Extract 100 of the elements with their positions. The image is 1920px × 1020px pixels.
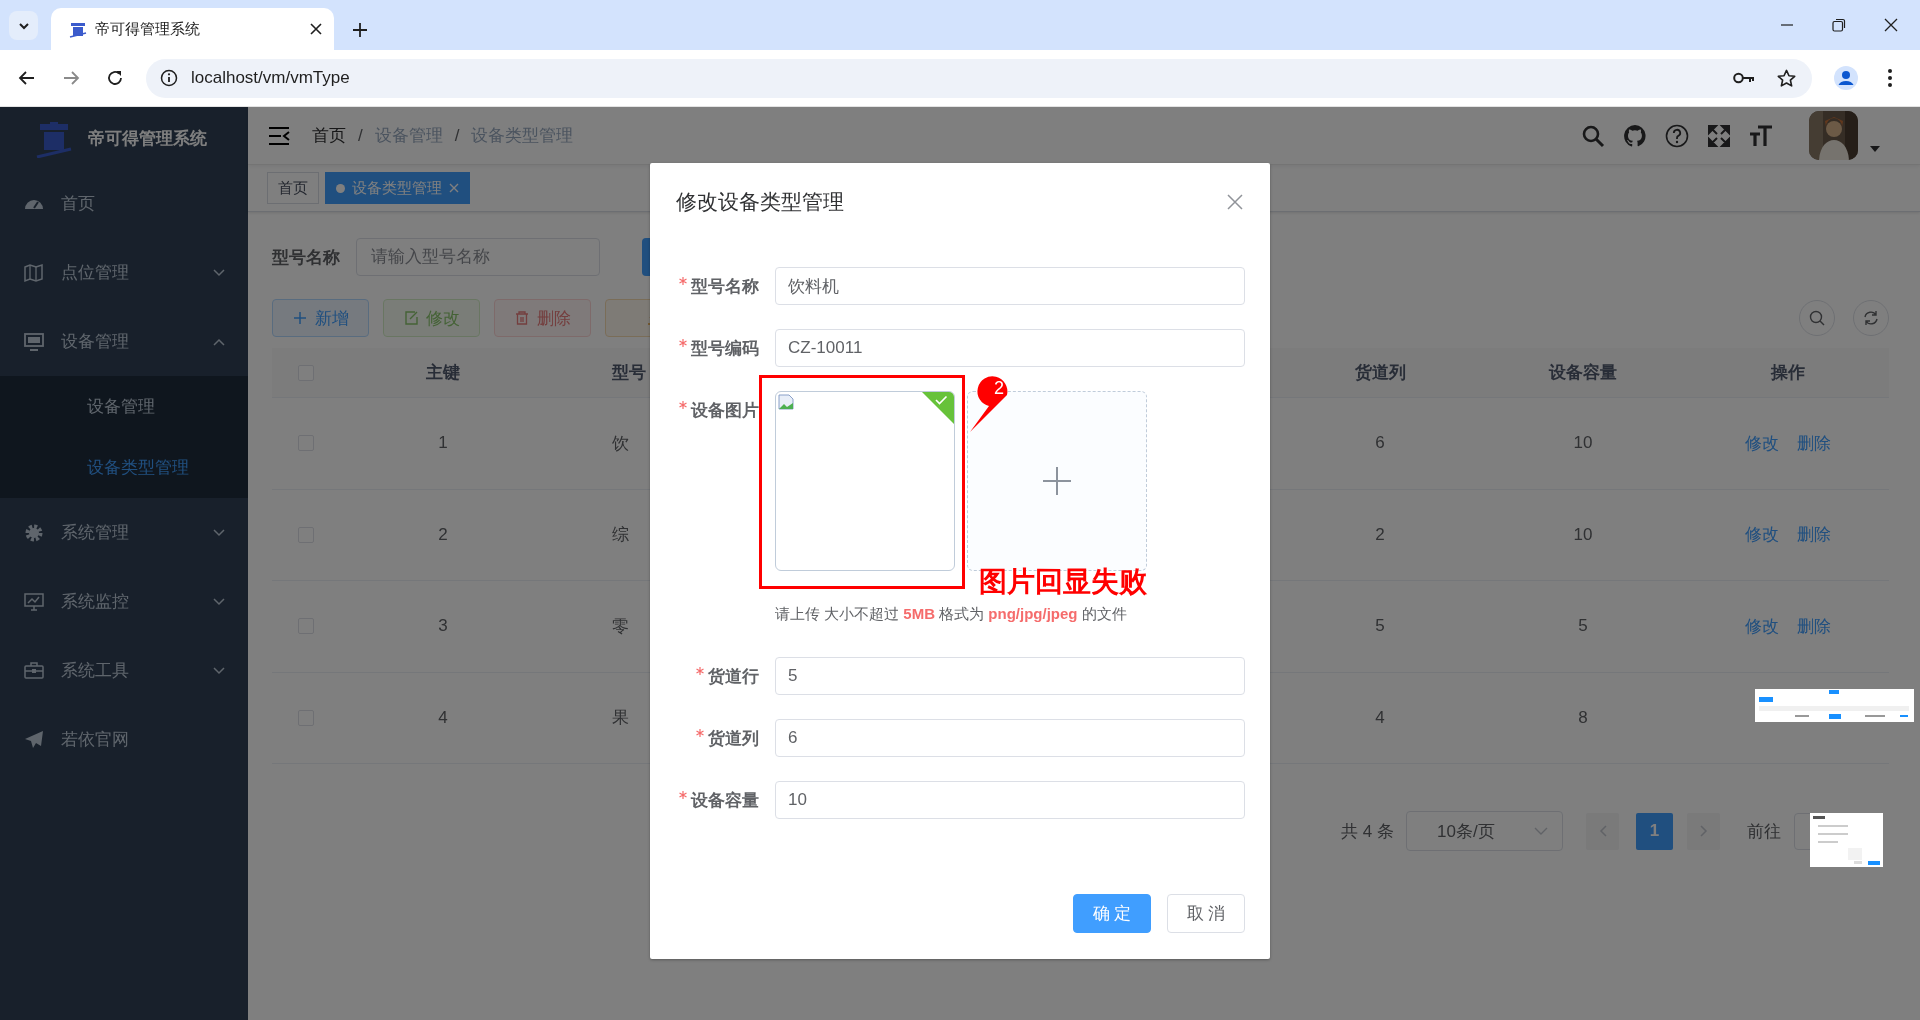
field-label: 货道列 [708,727,759,750]
chevron-left-icon [1598,825,1607,837]
search-icon [1809,310,1825,326]
toolbar-button[interactable]: 新增 [272,299,369,337]
dialog-title: 修改设备类型管理 [676,189,844,215]
submenu-item[interactable]: 设备类型管理 [0,437,248,498]
chevron-right-icon [1699,825,1708,837]
table-cell-text: 10 [1572,433,1594,454]
text-field[interactable]: 5 [775,657,1245,695]
menu-item[interactable]: 点位管理 [0,238,248,307]
star-icon[interactable] [1777,68,1796,88]
breadcrumb-separator: / [454,125,460,146]
refresh-icon [1863,310,1879,326]
back-arrow-icon[interactable] [18,69,36,87]
table-cell-text: 8 [1577,707,1589,728]
tab[interactable]: 设备类型管理 [325,172,470,204]
cancel-button[interactable]: 取 消 [1167,894,1245,933]
field-label: 型号名称 [272,246,341,269]
refresh-button[interactable] [1853,300,1889,336]
total-count: 共 4 条 [1341,820,1394,843]
tab-search-button[interactable] [9,11,38,40]
annotation-text: 图片回显失败 [979,565,1147,599]
table-cell-text: 饮 [612,432,629,455]
browser-tab[interactable]: 帝可得管理系统 [51,8,334,50]
menu-item[interactable]: 若依官网 [0,705,248,774]
map-icon [24,262,44,283]
table-cell-text: 2 [1374,524,1386,545]
menu-icon[interactable] [268,125,290,146]
menu-item[interactable]: 系统监控 [0,567,248,636]
search-icon[interactable] [1581,123,1605,148]
goto-label: 前往 [1747,820,1781,843]
table-cell-text: 5 [1577,616,1589,637]
menu-item[interactable]: 设备管理 [0,307,248,376]
search-toggle-button[interactable] [1799,300,1835,336]
column-header: 型号 [612,362,646,384]
text-field[interactable]: 10 [775,781,1245,819]
chevron-down-icon [1534,827,1548,835]
info-icon[interactable] [160,69,178,87]
table-cell-text: 5 [1374,616,1386,637]
table-cell-text: 4 [437,707,449,728]
restore-icon[interactable] [1832,18,1846,32]
field-label: 型号编码 [691,337,759,360]
plus-icon [1042,466,1072,496]
monitor-icon [24,591,44,612]
trash-icon [514,311,529,325]
forward-arrow-icon[interactable] [62,69,80,87]
table-cell-text: 4 [1374,707,1386,728]
text-field[interactable]: 6 [775,719,1245,757]
profile-icon[interactable] [1834,66,1858,90]
table-cell-text: 6 [1374,433,1386,454]
search-field[interactable]: 请输入型号名称 [356,238,600,276]
table-cell-text: 综 [612,524,629,547]
breadcrumb-link[interactable]: 首页 [312,124,346,147]
table-cell-text: 果 [612,707,629,730]
monitor-icon [24,331,44,352]
address-field[interactable]: localhost/vm/vmType [146,58,1812,98]
plus-icon [292,311,307,325]
dot-icon [336,183,345,193]
table-cell-text: 零 [612,615,629,638]
help-icon[interactable] [1665,123,1689,148]
action-link[interactable]: 删除 [1796,523,1831,547]
favicon-icon [69,20,87,38]
field-label: 设备图片 [691,399,759,422]
tab[interactable]: 首页 [267,172,319,204]
table-cell-text: 1 [437,433,449,454]
fullscreen-icon[interactable] [1707,123,1731,148]
action-link[interactable]: 修改 [1744,523,1779,547]
field-label: 设备容量 [691,789,759,812]
paper-plane-icon [24,729,44,750]
action-link[interactable]: 删除 [1796,614,1831,638]
text-field[interactable]: CZ-10011 [775,329,1245,367]
edit-icon [403,311,418,325]
field-label: 型号名称 [691,275,759,298]
column-header: 主键 [425,362,461,384]
column-header: 设备容量 [1547,362,1618,384]
page-number[interactable]: 1 [1636,812,1673,850]
text-field[interactable]: 饮料机 [775,267,1245,305]
table-cell-text: 3 [437,616,449,637]
close-icon[interactable] [310,23,322,35]
upload-tip: 请上传 大小不超过 5MB 格式为 png/jpg/jpeg 的文件 [775,604,1128,624]
menu-item[interactable]: 系统管理 [0,498,248,567]
confirm-button[interactable]: 确 定 [1073,894,1151,933]
reload-icon[interactable] [106,69,124,87]
menu-item[interactable]: 系统工具 [0,636,248,705]
action-link[interactable]: 修改 [1744,431,1779,455]
font-size-icon[interactable] [1749,123,1773,148]
field-label: 货道行 [708,665,759,688]
action-link[interactable]: 修改 [1744,614,1779,638]
key-icon[interactable] [1733,71,1755,85]
submenu-item[interactable]: 设备管理 [0,376,248,437]
page-size-select[interactable]: 10条/页 [1406,811,1563,851]
action-link[interactable]: 删除 [1796,431,1831,455]
menu-item[interactable]: 首页 [0,169,248,238]
toolbox-icon [24,660,44,681]
plus-icon[interactable] [352,22,368,38]
github-icon[interactable] [1623,123,1647,148]
caret-down-icon[interactable] [1870,145,1880,152]
column-header: 操作 [1769,362,1806,384]
close-icon[interactable] [1884,18,1898,32]
more-vertical-icon[interactable] [1888,69,1892,87]
